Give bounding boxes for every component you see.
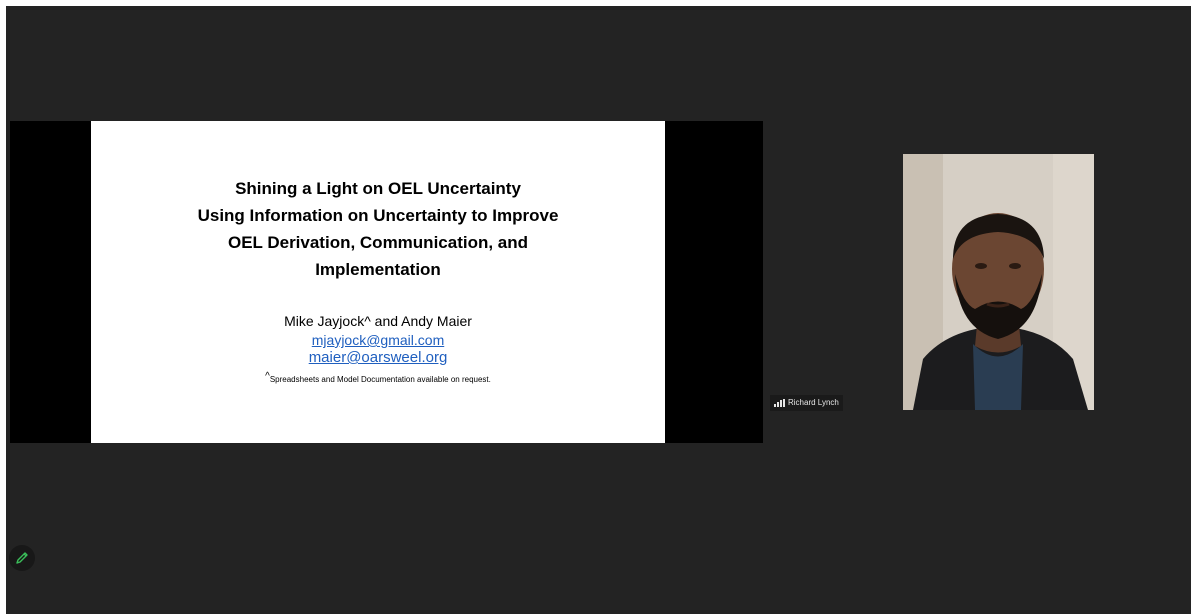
presentation-slide: Shining a Light on OEL Uncertainty Using… bbox=[91, 121, 665, 443]
participant-name: Richard Lynch bbox=[788, 398, 839, 407]
slide-title-line: OEL Derivation, Communication, and bbox=[227, 233, 529, 252]
slide-title: Shining a Light on OEL Uncertainty Using… bbox=[91, 175, 665, 283]
meeting-stage: Shining a Light on OEL Uncertainty Using… bbox=[6, 6, 1191, 614]
participant-video-image bbox=[903, 154, 1094, 410]
screen-share-area[interactable]: Shining a Light on OEL Uncertainty Using… bbox=[10, 121, 763, 443]
email-link-jayjock[interactable]: mjayjock@gmail.com bbox=[91, 331, 665, 349]
participant-name-tag: Richard Lynch bbox=[770, 395, 843, 411]
meeting-window: Shining a Light on OEL Uncertainty Using… bbox=[0, 0, 1191, 614]
slide-title-line: Implementation bbox=[315, 260, 441, 279]
email-link-maier[interactable]: maier@oarsweel.org bbox=[91, 349, 665, 367]
slide-footnote: ^Spreadsheets and Model Documentation av… bbox=[91, 371, 665, 386]
footnote-text: Spreadsheets and Model Documentation ava… bbox=[269, 375, 491, 384]
slide-authors: Mike Jayjock^ and Andy Maier bbox=[284, 313, 472, 329]
annotate-button[interactable] bbox=[9, 545, 35, 571]
signal-bars-icon bbox=[774, 399, 785, 407]
slide-title-line: Shining a Light on OEL Uncertainty bbox=[235, 179, 521, 198]
slide-title-line: Using Information on Uncertainty to Impr… bbox=[197, 206, 559, 225]
pencil-icon bbox=[16, 552, 28, 564]
participant-video-tile[interactable] bbox=[903, 154, 1094, 410]
